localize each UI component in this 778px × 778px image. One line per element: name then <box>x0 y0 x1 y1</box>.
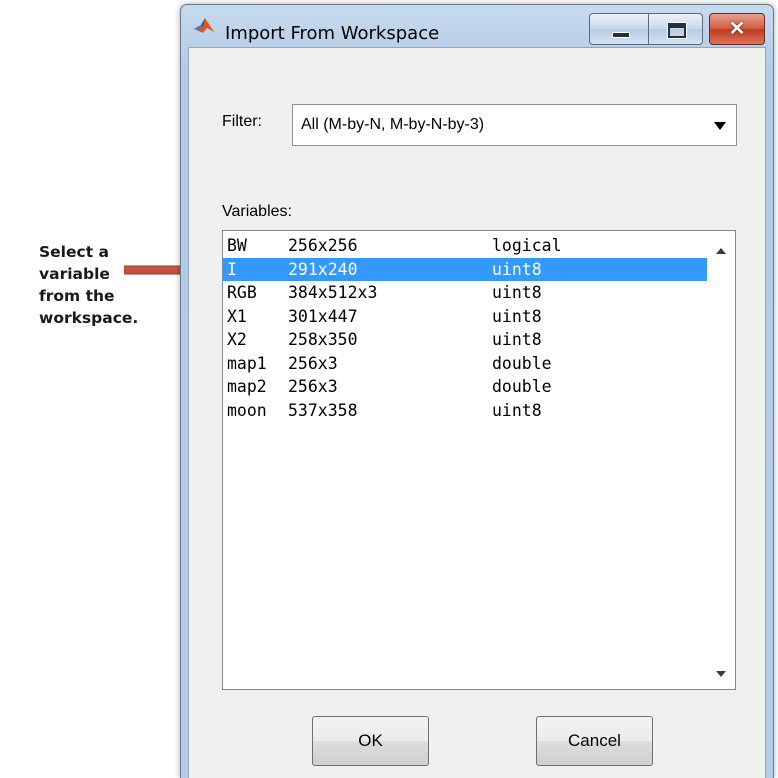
list-item-selected[interactable]: I 291x240 uint8 <box>223 257 707 281</box>
list-item[interactable]: X1 301x447 uint8 <box>223 305 707 329</box>
variable-name: X2 <box>227 330 247 349</box>
list-item[interactable]: map2 256x3 double <box>223 375 707 399</box>
variable-size: 256x256 <box>288 236 358 255</box>
filter-label: Filter: <box>222 113 262 130</box>
annotation-line: workspace. <box>39 309 139 327</box>
variable-class: uint8 <box>492 259 542 279</box>
variable-name: map1 <box>227 353 267 373</box>
title-bar[interactable]: Import From Workspace ✕ <box>181 5 773 45</box>
variable-name: BW <box>227 236 247 255</box>
variable-size: 384x512x3 <box>288 283 378 302</box>
variable-size: 537x358 <box>288 400 358 420</box>
dialog-body: Filter: All (M-by-N, M-by-N-by-3) Variab… <box>188 47 766 778</box>
variable-class: uint8 <box>492 330 542 349</box>
maximize-icon <box>668 23 686 38</box>
list-item[interactable]: map1 256x3 double <box>223 352 707 376</box>
ok-button[interactable]: OK <box>312 716 429 766</box>
variable-name: map2 <box>227 377 267 396</box>
variable-class: uint8 <box>492 283 542 302</box>
minimize-icon <box>612 32 630 38</box>
cancel-button[interactable]: Cancel <box>536 716 653 766</box>
filter-selected-value: All (M-by-N, M-by-N-by-3) <box>301 116 485 133</box>
list-item[interactable]: BW 256x256 logical <box>223 234 707 258</box>
variable-class: logical <box>492 236 562 255</box>
variable-name: RGB <box>227 283 257 302</box>
close-button[interactable]: ✕ <box>709 13 765 45</box>
list-item[interactable]: RGB 384x512x3 uint8 <box>223 281 707 305</box>
variable-size: 291x240 <box>288 259 358 279</box>
minimize-button[interactable] <box>589 13 649 45</box>
maximize-button[interactable] <box>649 13 703 45</box>
variable-name: X1 <box>227 306 247 326</box>
variable-class: uint8 <box>492 306 542 326</box>
scroll-down-icon[interactable] <box>716 671 726 677</box>
close-icon: ✕ <box>728 18 746 40</box>
variable-size: 258x350 <box>288 330 358 349</box>
variable-size: 256x3 <box>288 377 338 396</box>
matlab-icon <box>194 18 214 33</box>
variables-label: Variables: <box>222 203 292 220</box>
variables-listbox[interactable]: BW 256x256 logical I 291x240 uint8 RGB 3… <box>222 230 736 690</box>
variable-name: moon <box>227 400 267 420</box>
filter-dropdown[interactable]: All (M-by-N, M-by-N-by-3) <box>292 104 737 146</box>
variable-size: 301x447 <box>288 306 358 326</box>
variable-class: double <box>492 377 552 396</box>
chevron-down-icon[interactable] <box>714 122 726 130</box>
variable-class: double <box>492 353 552 373</box>
variable-name: I <box>227 259 237 279</box>
window-title: Import From Workspace <box>225 23 440 44</box>
scroll-up-icon[interactable] <box>716 248 726 254</box>
annotation-line: from the <box>39 287 115 305</box>
list-item[interactable]: moon 537x358 uint8 <box>223 399 707 423</box>
variable-size: 256x3 <box>288 353 338 373</box>
variable-class: uint8 <box>492 400 542 420</box>
list-item[interactable]: X2 258x350 uint8 <box>223 328 707 352</box>
variables-rows: BW 256x256 logical I 291x240 uint8 RGB 3… <box>223 234 707 422</box>
import-dialog: Import From Workspace ✕ Filter: All (M-b… <box>180 4 774 778</box>
